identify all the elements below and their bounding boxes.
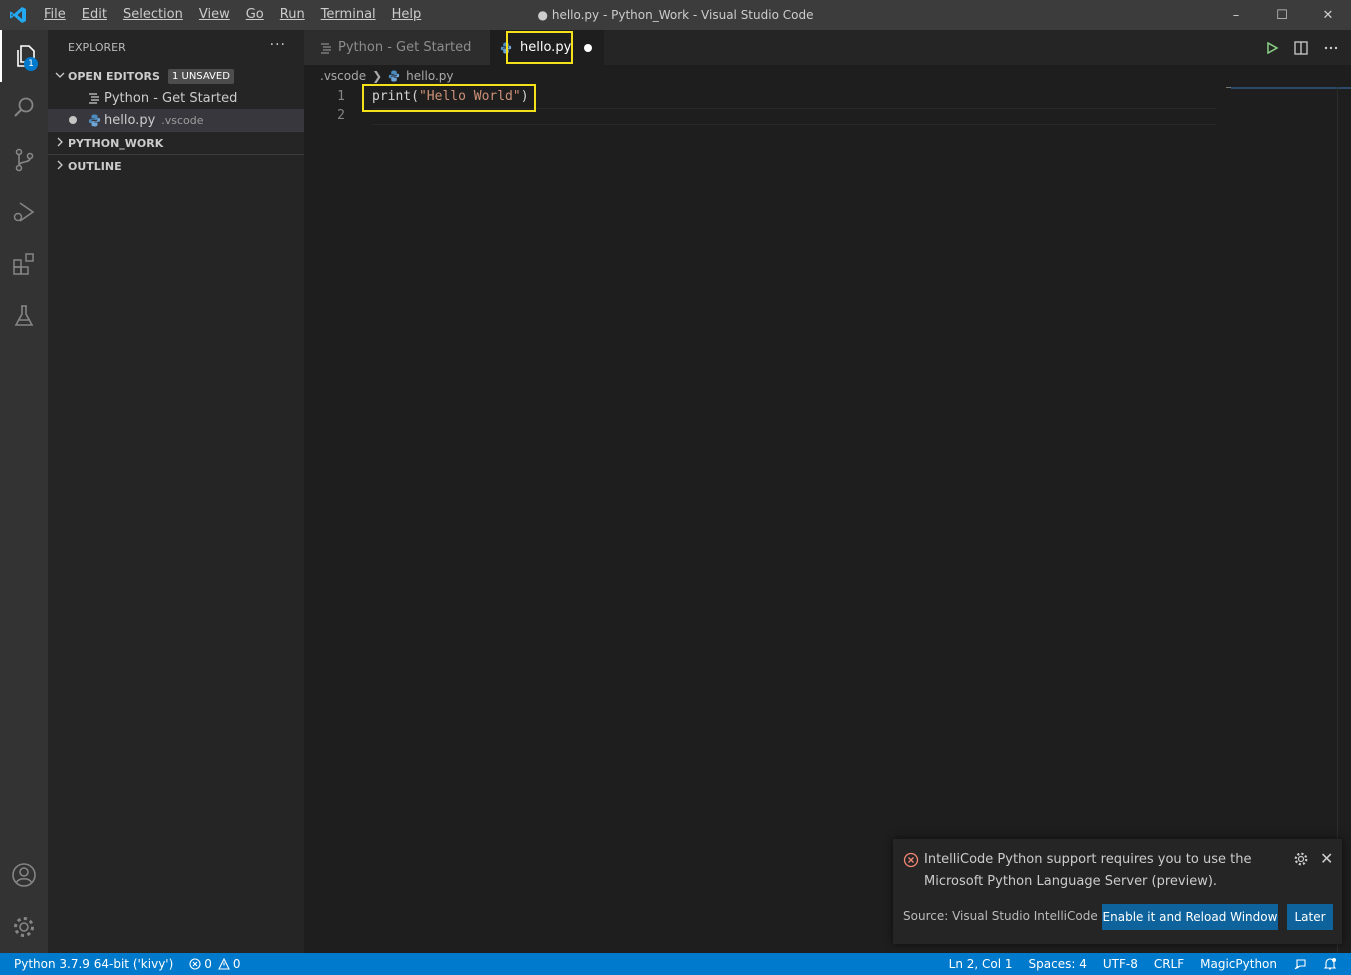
split-editor-icon[interactable] (1293, 40, 1309, 56)
notification-message: IntelliCode Python support requires you … (924, 852, 1252, 889)
menu-edit[interactable]: Edit (74, 0, 115, 30)
accounts-button[interactable] (0, 849, 48, 901)
code-editor[interactable]: 1 print("Hello World") 2 (304, 84, 1351, 953)
testing-button[interactable] (0, 290, 48, 342)
menu-file[interactable]: File (36, 0, 74, 30)
title-bar: File Edit Selection View Go Run Terminal… (0, 0, 1351, 30)
error-count: 0 (204, 957, 212, 971)
tab-highlight-box (506, 31, 573, 64)
testing-icon (14, 305, 34, 326)
source-control-icon (15, 148, 34, 172)
vertical-scrollbar[interactable] (1337, 87, 1351, 953)
line-number: 1 (337, 89, 345, 104)
menu-terminal[interactable]: Terminal (313, 0, 384, 30)
preview-file-icon (321, 42, 331, 54)
explorer-badge: 1 (24, 57, 38, 71)
later-button[interactable]: Later (1287, 904, 1333, 930)
open-editor-name: Python - Get Started (104, 90, 238, 106)
end-of-line[interactable]: CRLF (1146, 953, 1192, 975)
cursor-position[interactable]: Ln 2, Col 1 (941, 953, 1021, 975)
search-button[interactable] (0, 82, 48, 134)
open-editor-folder: .vscode (161, 113, 204, 127)
menu-help[interactable]: Help (384, 0, 430, 30)
extensions-button[interactable] (0, 238, 48, 290)
tab-python-get-started[interactable]: Python - Get Started (304, 30, 490, 65)
search-icon (14, 97, 34, 117)
vscode-logo-icon (0, 0, 36, 30)
encoding[interactable]: UTF-8 (1095, 953, 1146, 975)
outline-label: OUTLINE (68, 159, 122, 173)
chevron-down-icon (52, 70, 68, 83)
notification-toast: IntelliCode Python support requires you … (893, 839, 1342, 944)
unsaved-dot-icon[interactable] (584, 44, 592, 52)
open-editors-header[interactable]: OPEN EDITORS 1 UNSAVED (48, 65, 304, 87)
warning-count: 0 (232, 957, 241, 971)
notifications-bell-icon[interactable] (1315, 957, 1351, 971)
line-number: 2 (337, 108, 345, 123)
explorer-button[interactable]: 1 (0, 30, 48, 82)
menu-selection[interactable]: Selection (115, 0, 191, 30)
error-icon (903, 852, 919, 872)
folder-section-header[interactable]: PYTHON_WORK (48, 132, 304, 154)
outline-section-header[interactable]: OUTLINE (48, 155, 304, 177)
editor-tabs: Python - Get Started hello.py (304, 30, 1351, 65)
activity-bar: 1 (0, 30, 48, 953)
warning-icon (218, 958, 230, 970)
python-file-icon (88, 114, 104, 127)
open-editor-name: hello.py (104, 112, 156, 128)
menu-view[interactable]: View (191, 0, 238, 30)
menu-run[interactable]: Run (272, 0, 313, 30)
more-actions-icon[interactable]: ··· (270, 37, 286, 53)
extensions-icon (13, 253, 34, 275)
notification-settings-gear-icon[interactable] (1293, 851, 1309, 871)
error-icon (189, 958, 201, 970)
problems-indicator[interactable]: 0 0 (181, 953, 248, 975)
sidebar-title: EXPLORER (68, 41, 126, 54)
tab-label: Python - Get Started (338, 40, 472, 55)
status-bar: Python 3.7.9 64-bit ('kivy') 0 0 Ln 2, C… (0, 953, 1351, 975)
code-highlight-box (362, 84, 536, 112)
manage-button[interactable] (0, 901, 48, 953)
sidebar-header: EXPLORER ··· (48, 30, 304, 65)
overview-ruler-top (1231, 87, 1351, 89)
more-actions-icon[interactable] (1323, 40, 1339, 56)
manage-gear-icon (14, 917, 34, 937)
folder-label: PYTHON_WORK (68, 136, 164, 150)
python-interpreter[interactable]: Python 3.7.9 64-bit ('kivy') (0, 953, 181, 975)
minimize-button[interactable]: – (1213, 0, 1259, 30)
close-notification-icon[interactable]: ✕ (1320, 849, 1333, 868)
preview-file-icon (88, 92, 104, 104)
feedback-icon[interactable] (1285, 957, 1315, 971)
window-controls: – ☐ ✕ (1213, 0, 1351, 30)
explorer-sidebar: EXPLORER ··· OPEN EDITORS 1 UNSAVED Pyth… (48, 30, 304, 953)
menu-go[interactable]: Go (238, 0, 272, 30)
accounts-icon (12, 863, 36, 887)
close-window-button[interactable]: ✕ (1305, 0, 1351, 30)
chevron-right-icon (52, 137, 68, 150)
enable-reload-button[interactable]: Enable it and Reload Window (1102, 904, 1278, 930)
breadcrumb-separator-icon: ❯ (372, 69, 383, 83)
chevron-right-icon (52, 160, 68, 173)
run-debug-icon (13, 202, 35, 222)
run-debug-button[interactable] (0, 186, 48, 238)
menu-bar: File Edit Selection View Go Run Terminal… (36, 0, 429, 30)
source-control-button[interactable] (0, 134, 48, 186)
maximize-button[interactable]: ☐ (1259, 0, 1305, 30)
unsaved-dot-icon[interactable] (69, 116, 77, 124)
breadcrumb-file[interactable]: hello.py (406, 69, 453, 83)
unsaved-badge: 1 UNSAVED (167, 68, 234, 84)
open-editors-label: OPEN EDITORS (68, 69, 160, 83)
run-python-file-icon[interactable] (1265, 41, 1279, 55)
open-editor-item[interactable]: Python - Get Started (48, 87, 304, 109)
language-mode[interactable]: MagicPython (1192, 953, 1285, 975)
python-file-icon (388, 70, 400, 82)
notification-source: Source: Visual Studio IntelliCode (E... (903, 909, 1126, 923)
editor-actions (1265, 30, 1339, 65)
indentation[interactable]: Spaces: 4 (1021, 953, 1095, 975)
open-editor-item[interactable]: hello.py .vscode (48, 109, 304, 131)
breadcrumb-folder[interactable]: .vscode (320, 69, 366, 83)
